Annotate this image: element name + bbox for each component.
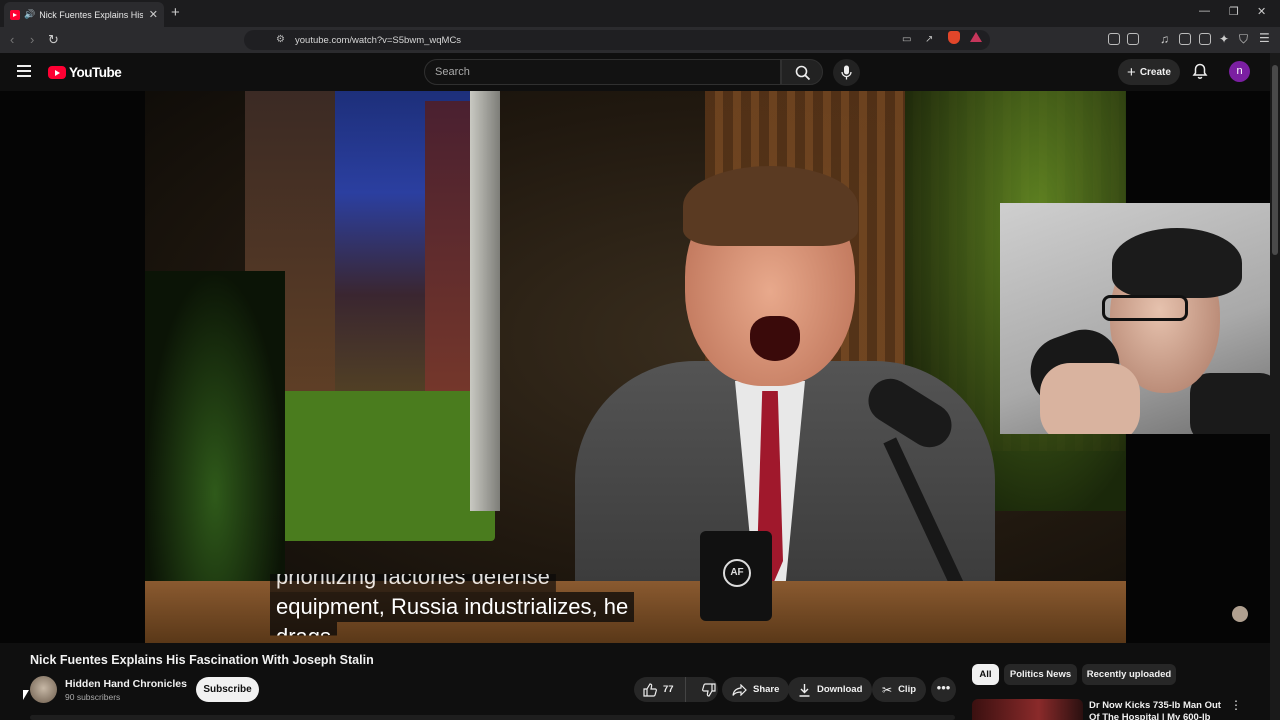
youtube-logo[interactable]: YouTube xyxy=(48,65,122,80)
youtube-masthead: YouTube Search + Create n xyxy=(0,53,1270,91)
caption-line: equipment, Russia industrializes, he xyxy=(270,592,635,622)
like-dislike-group: 77 xyxy=(634,677,718,702)
plus-icon: + xyxy=(1127,63,1136,81)
tab-title: Nick Fuentes Explains His Fas xyxy=(39,9,144,20)
share-button[interactable]: Share xyxy=(722,677,790,702)
restore-icon[interactable]: ❐ xyxy=(1229,5,1239,18)
create-button[interactable]: + Create xyxy=(1118,59,1180,85)
tab-close-icon[interactable]: ✕ xyxy=(149,8,158,21)
download-icon xyxy=(799,683,810,697)
youtube-favicon-icon xyxy=(10,9,20,20)
like-button[interactable]: 77 xyxy=(634,677,686,702)
window-close-icon[interactable]: ✕ xyxy=(1257,5,1266,18)
host-hair xyxy=(683,166,858,246)
window-pillar xyxy=(470,91,500,511)
video-title: Nick Fuentes Explains His Fascination Wi… xyxy=(30,653,374,667)
channel-watermark-icon[interactable] xyxy=(1232,606,1248,622)
url-field[interactable]: ⚙ youtube.com/watch?v=S5bwm_wqMCs ▭ ↗ xyxy=(244,30,990,50)
browser-tab[interactable]: 🔊 Nick Fuentes Explains His Fas ✕ xyxy=(4,2,164,27)
webcam-overlay xyxy=(1000,203,1270,434)
chip-politics-news[interactable]: Politics News xyxy=(1004,664,1077,685)
url-text: youtube.com/watch?v=S5bwm_wqMCs xyxy=(295,35,462,46)
mug-logo: AF xyxy=(723,559,751,587)
brave-rewards-icon[interactable] xyxy=(970,32,982,42)
leo-ai-icon[interactable]: ✦ xyxy=(1219,32,1229,46)
media-icon[interactable]: ♫ xyxy=(1160,32,1169,46)
captions-overlay: prioritizing factories defense equipment… xyxy=(270,562,670,652)
notifications-bell-icon[interactable] xyxy=(1192,63,1208,80)
like-count: 77 xyxy=(663,684,674,695)
sidebar-toggle-icon[interactable] xyxy=(1179,33,1191,45)
chip-recently-uploaded[interactable]: Recently uploaded xyxy=(1082,664,1176,685)
subscribe-button[interactable]: Subscribe xyxy=(196,677,259,702)
channel-name[interactable]: Hidden Hand Chronicles xyxy=(65,678,187,690)
subscriber-count: 90 subscribers xyxy=(65,692,121,702)
page-scrollbar[interactable] xyxy=(1270,53,1280,720)
brave-shields-icon[interactable] xyxy=(948,31,960,44)
create-label: Create xyxy=(1139,66,1171,78)
new-tab-icon[interactable]: + xyxy=(171,4,180,21)
youtube-play-logo-icon xyxy=(48,66,66,79)
audio-playing-icon[interactable]: 🔊 xyxy=(24,9,35,20)
search-button[interactable] xyxy=(781,59,823,85)
clip-label: Clip xyxy=(898,684,917,695)
youtube-wordmark: YouTube xyxy=(69,65,122,80)
account-avatar[interactable]: n xyxy=(1229,61,1250,82)
microphone-icon xyxy=(841,65,852,80)
channel-avatar[interactable] xyxy=(30,676,57,703)
recommendation-title[interactable]: Dr Now Kicks 735-lb Man Out Of The Hospi… xyxy=(1089,700,1229,720)
description-box-edge xyxy=(30,715,955,720)
scissors-icon: ✂ xyxy=(882,682,893,697)
mouse-cursor-icon xyxy=(23,690,29,700)
webcam-glasses xyxy=(1102,295,1188,321)
browser-menu-icon[interactable]: ☰ xyxy=(1259,31,1270,45)
address-bar-row: ‹ › ↻ ⚙ youtube.com/watch?v=S5bwm_wqMCs … xyxy=(0,27,1280,53)
share-page-icon[interactable]: ↗ xyxy=(925,34,933,45)
wallet-panel-icon[interactable] xyxy=(1199,33,1211,45)
caption-line: drags xyxy=(270,622,338,636)
thumbs-down-icon xyxy=(702,682,716,697)
download-button[interactable]: Download xyxy=(788,677,873,702)
share-label: Share xyxy=(753,684,780,695)
green-terrace xyxy=(255,391,495,541)
extensions-icon[interactable] xyxy=(1108,33,1120,45)
cast-icon[interactable]: ▭ xyxy=(902,34,911,45)
thumbs-up-icon xyxy=(643,682,657,697)
clip-button[interactable]: ✂ Clip xyxy=(872,677,927,702)
minimize-icon[interactable]: — xyxy=(1199,5,1210,17)
caption-line: prioritizing factories defense xyxy=(270,574,556,592)
voice-search-button[interactable] xyxy=(833,59,860,86)
search-input[interactable]: Search xyxy=(424,59,781,85)
more-actions-button[interactable]: ••• xyxy=(931,677,956,702)
webcam-hand xyxy=(1040,363,1140,434)
download-label: Download xyxy=(817,684,863,695)
reload-icon[interactable]: ↻ xyxy=(48,32,59,48)
dislike-button[interactable] xyxy=(692,677,716,702)
guide-menu-icon[interactable] xyxy=(17,65,31,77)
video-player[interactable]: AF prioritizing factories defense equipm… xyxy=(0,91,1270,643)
webcam-hair xyxy=(1112,228,1242,298)
search-icon xyxy=(795,65,811,81)
vpn-shield-icon[interactable]: ⛉ xyxy=(1239,32,1248,47)
site-settings-icon[interactable]: ⚙ xyxy=(276,34,285,45)
recommendation-menu-icon[interactable]: ⋮ xyxy=(1230,698,1242,712)
scrollbar-thumb[interactable] xyxy=(1272,65,1278,255)
chip-all[interactable]: All xyxy=(972,664,999,685)
video-frame: AF xyxy=(145,91,1126,643)
wallet-icon[interactable] xyxy=(1127,33,1139,45)
forward-icon[interactable]: › xyxy=(30,32,34,47)
host-mouth xyxy=(750,316,800,361)
webcam-chair xyxy=(1190,373,1270,434)
share-arrow-icon xyxy=(732,683,747,696)
recommendation-thumbnail[interactable] xyxy=(972,699,1083,720)
back-icon[interactable]: ‹ xyxy=(10,32,14,47)
browser-tabstrip: 🔊 Nick Fuentes Explains His Fas ✕ + — ❐ … xyxy=(0,0,1280,27)
